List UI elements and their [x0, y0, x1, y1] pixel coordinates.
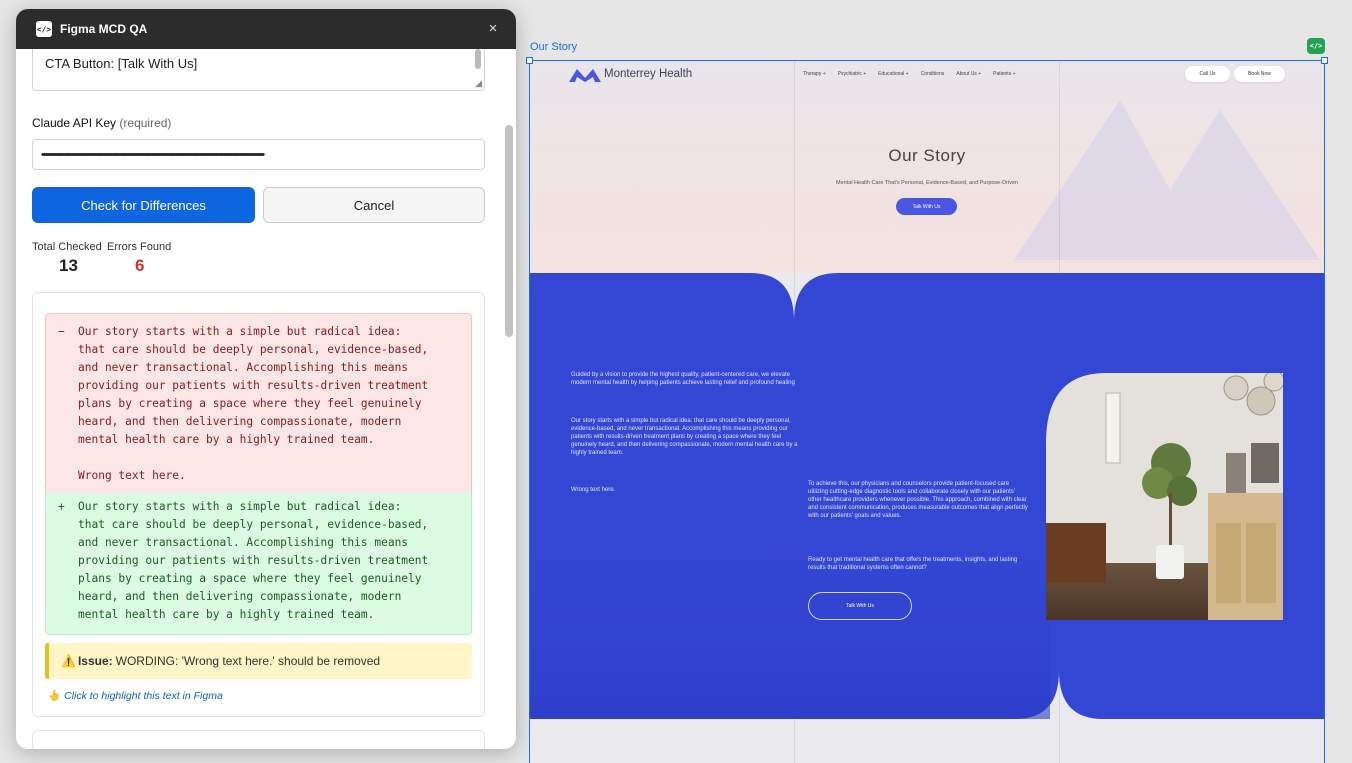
total-checked-value: 13	[59, 256, 78, 275]
cta-paragraph: Ready to get mental health care that off…	[808, 557, 1018, 571]
office-photo	[1046, 373, 1283, 620]
diff-added-block[interactable]: + Our story starts with a simple but rad…	[45, 493, 472, 635]
plugin-header: </> Figma MCD QA ×	[16, 9, 516, 49]
dev-mode-icon[interactable]: </>	[1307, 38, 1325, 54]
intro-paragraph: Guided by a vision to provide the highes…	[571, 372, 795, 386]
book-now-button[interactable]: Book Now	[1234, 66, 1285, 82]
total-checked-label: Total Checked	[32, 241, 102, 253]
nav-item-conditions[interactable]: Conditions	[921, 71, 945, 77]
site-logo-text: Monterrey Health	[604, 68, 693, 80]
story-paragraph: Our story starts with a simple but radic…	[571, 418, 798, 456]
nav-item-patients[interactable]: Patients +	[993, 71, 1015, 77]
mountain-graphic	[1014, 100, 1320, 260]
removed-sign: −	[58, 325, 65, 338]
nav-item-therapy[interactable]: Therapy +	[803, 71, 826, 77]
resize-handle-icon[interactable]: ◢	[475, 78, 482, 89]
nav-item-psychiatric[interactable]: Psychiatric +	[838, 71, 866, 77]
pointing-hand-icon: 👆	[47, 690, 61, 702]
hero-title: Our Story	[888, 146, 966, 165]
cancel-button[interactable]: Cancel	[263, 187, 485, 223]
nav-item-educational[interactable]: Educational +	[878, 71, 908, 77]
design-frame[interactable]: Monterrey Health Therapy + Psychiatric +…	[530, 60, 1324, 763]
warning-icon: ⚠️	[61, 654, 76, 668]
result-card: − Our story starts with a simple but rad…	[32, 292, 485, 717]
hero-cta-button[interactable]: Talk With Us	[896, 198, 957, 215]
site-logo-icon	[569, 69, 601, 82]
prompt-textarea[interactable]: CTA Button: [Talk With Us] ◢	[32, 49, 485, 91]
issue-label: Issue:	[77, 654, 113, 668]
approach-paragraph: To achieve this, our physicians and coun…	[808, 481, 1028, 519]
added-text: Our story starts with a simple but radic…	[78, 500, 429, 621]
wrong-text-paragraph: Wrong text here.	[571, 487, 616, 493]
api-key-label-text: Claude API Key	[32, 116, 117, 130]
code-icon: </>	[36, 21, 52, 37]
close-icon[interactable]: ×	[484, 20, 502, 38]
added-sign: +	[58, 500, 65, 513]
api-key-input[interactable]: ••••••••••••••••••••••••••••••••••••••••…	[32, 139, 485, 170]
resize-handle[interactable]	[1321, 57, 1328, 64]
api-key-required: (required)	[119, 116, 172, 130]
plugin-title: Figma MCD QA	[60, 22, 148, 36]
nav-item-about[interactable]: About Us +	[956, 71, 981, 77]
plugin-window: </> Figma MCD QA × CTA Button: [Talk Wit…	[16, 9, 516, 749]
hero-section	[530, 60, 1324, 273]
errors-found-label: Errors Found	[107, 241, 172, 253]
errors-found-value: 6	[135, 256, 145, 275]
diff-removed-block[interactable]: − Our story starts with a simple but rad…	[45, 313, 472, 493]
textarea-scrollbar[interactable]	[475, 49, 481, 69]
result-card-next	[32, 730, 485, 749]
issue-box: ⚠️ Issue: WORDING: 'Wrong text here.' sh…	[45, 643, 472, 679]
talk-with-us-button[interactable]: Talk With Us	[808, 592, 912, 620]
resize-handle[interactable]	[526, 57, 533, 64]
call-us-button[interactable]: Call Us	[1185, 66, 1230, 82]
hero-subtitle: Mental Health Care That's Personal, Evid…	[836, 180, 1018, 186]
prompt-value: CTA Button: [Talk With Us]	[45, 56, 198, 71]
plugin-scrollbar[interactable]	[505, 125, 513, 337]
plugin-body: CTA Button: [Talk With Us] ◢ Claude API …	[16, 49, 516, 749]
frame-label[interactable]: Our Story	[530, 41, 577, 53]
check-differences-button[interactable]: Check for Differences	[32, 187, 255, 223]
highlight-link-text: Click to highlight this text in Figma	[64, 689, 223, 702]
highlight-link[interactable]: 👆 Click to highlight this text in Figma	[47, 689, 223, 703]
api-key-label: Claude API Key (required)	[32, 116, 171, 130]
site-nav: Therapy + Psychiatric + Educational + Co…	[803, 71, 1016, 77]
removed-text: Our story starts with a simple but radic…	[78, 325, 429, 482]
issue-text: WORDING: 'Wrong text here.' should be re…	[115, 654, 381, 668]
